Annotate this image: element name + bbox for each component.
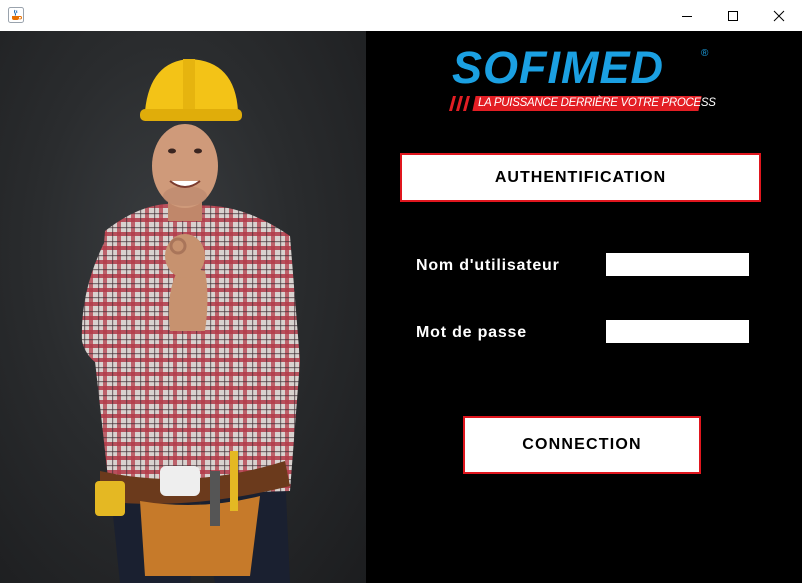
connection-button-label: CONNECTION [522, 436, 642, 453]
authentication-heading: AUTHENTIFICATION [400, 153, 761, 202]
title-bar [0, 0, 802, 31]
stripes-icon [449, 96, 470, 111]
maximize-icon [728, 10, 738, 21]
registered-mark: ® [701, 48, 709, 59]
username-label: Nom d'utilisateur [416, 257, 560, 274]
tagline-bar: LA PUISSANCE DERRIÈRE VOTRE PROCESS [446, 96, 716, 111]
authentication-title: AUTHENTIFICATION [494, 168, 667, 186]
tagline-text: LA PUISSANCE DERRIÈRE VOTRE PROCESS [478, 97, 716, 109]
close-icon [773, 10, 785, 21]
minimize-button[interactable] [664, 0, 710, 31]
sofimed-logo: SOFIMED ® LA PUISSANCE DERRIÈRE VOTRE PR… [446, 44, 716, 114]
minimize-icon [682, 15, 692, 17]
username-input[interactable] [606, 253, 749, 276]
password-input[interactable] [606, 320, 749, 343]
password-label: Mot de passe [416, 324, 527, 341]
close-button[interactable] [756, 0, 802, 31]
brand-name: SOFIMED [452, 42, 665, 93]
maximize-button[interactable] [710, 0, 756, 31]
construction-worker-photo [0, 31, 366, 583]
connection-button[interactable]: CONNECTION [463, 416, 701, 474]
java-cup-icon[interactable] [8, 7, 24, 23]
